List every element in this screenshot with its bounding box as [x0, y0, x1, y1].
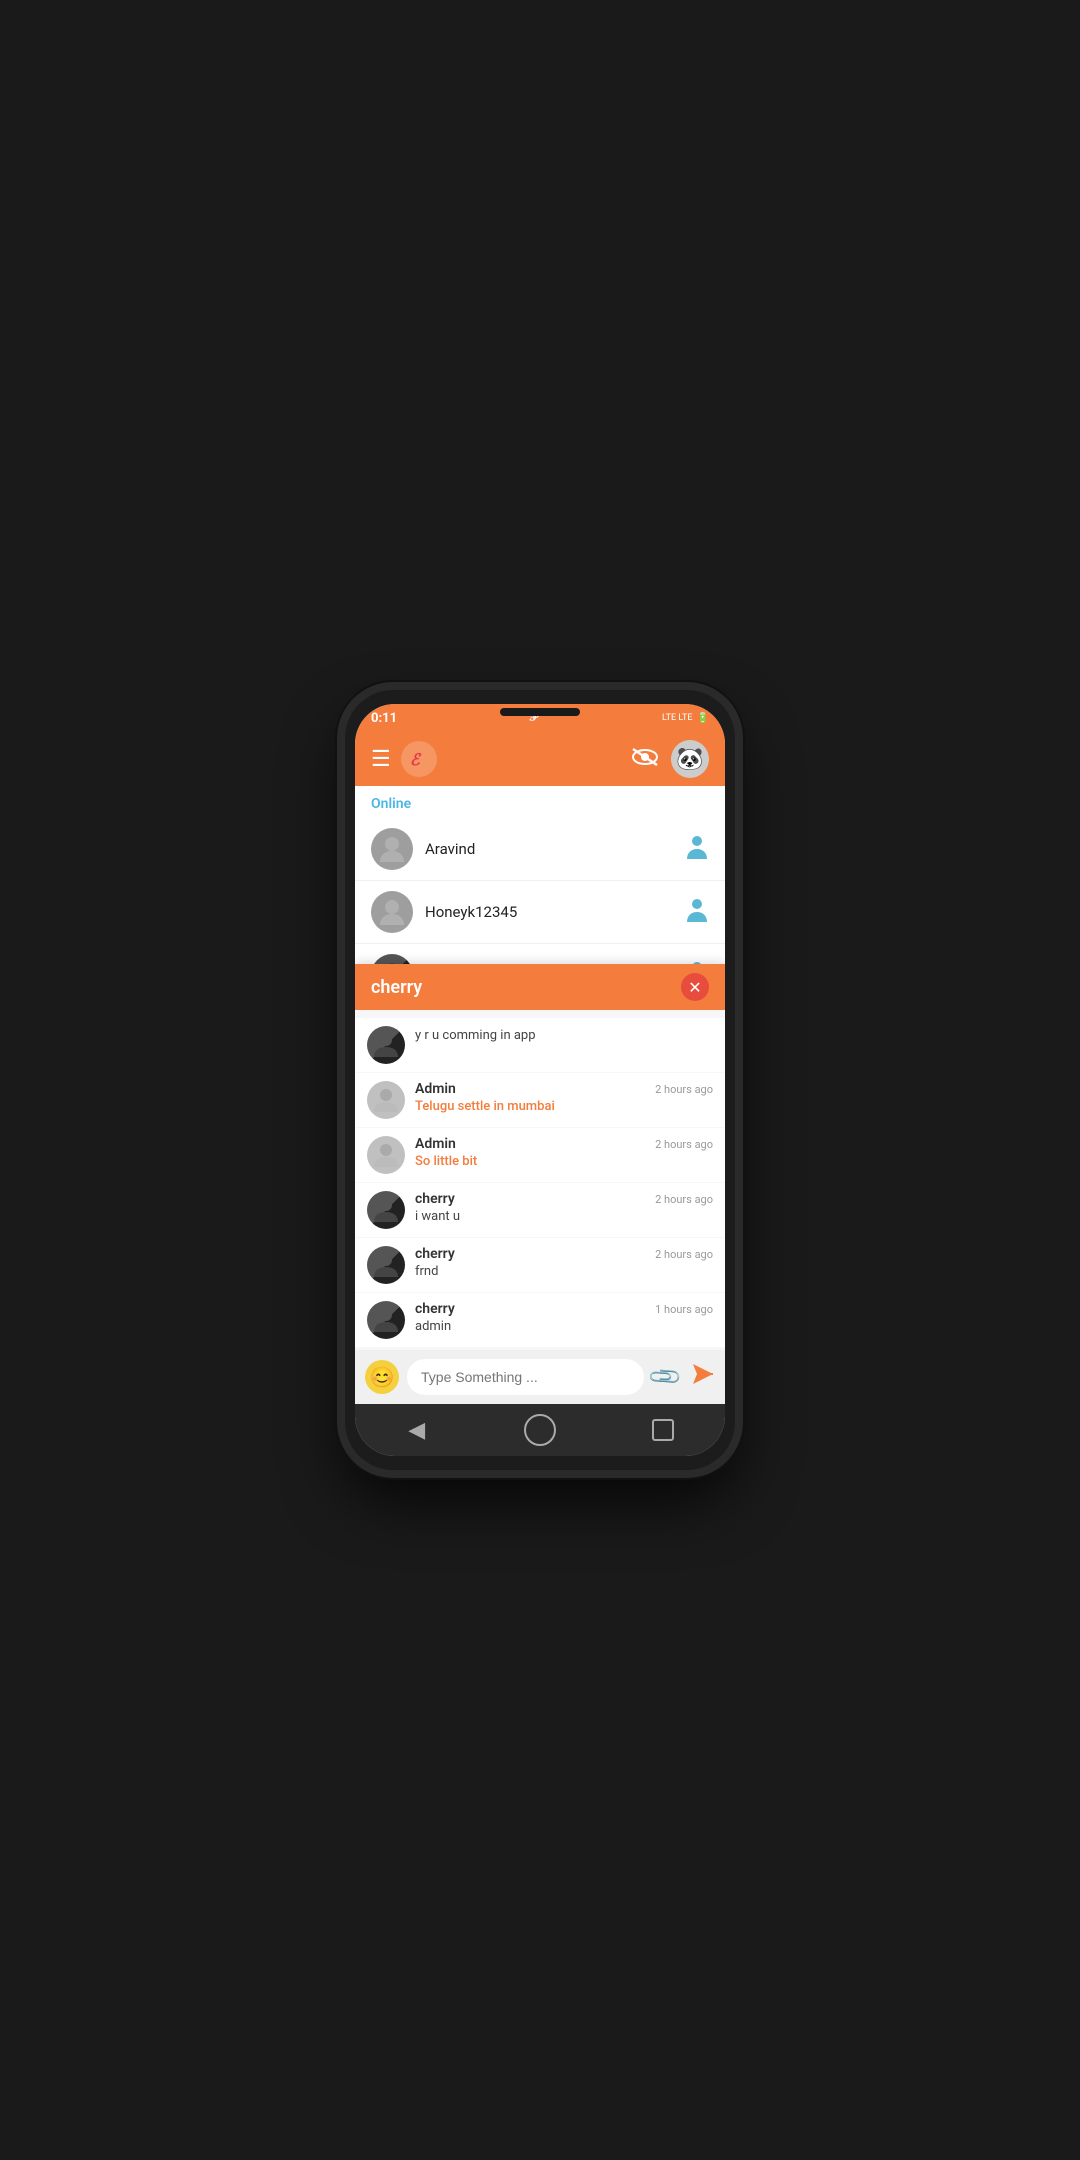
- message-item: y r u comming in app: [355, 1018, 725, 1072]
- msg-avatar: [367, 1246, 405, 1284]
- msg-avatar: [367, 1136, 405, 1174]
- back-button[interactable]: ◀: [392, 1405, 442, 1455]
- user-avatar[interactable]: 🐼: [671, 740, 709, 778]
- list-item[interactable]: Honeyk12345: [355, 881, 725, 944]
- chat-header: cherry ✕: [355, 964, 725, 1010]
- chat-title: cherry: [371, 977, 422, 998]
- message-item: cherry 2 hours ago i want u: [355, 1183, 725, 1237]
- msg-time: 2 hours ago: [655, 1083, 713, 1096]
- message-item: cherry 1 hours ago admin: [355, 1293, 725, 1347]
- status-icon: [685, 896, 709, 929]
- online-label: Online: [355, 786, 725, 818]
- msg-body: cherry 1 hours ago admin: [415, 1301, 713, 1334]
- status-icons: LTE LTE 🔋: [662, 713, 709, 724]
- msg-sender: Admin: [415, 1136, 456, 1152]
- hide-icon[interactable]: [631, 747, 659, 772]
- status-time: 0:11: [371, 711, 397, 726]
- chat-close-button[interactable]: ✕: [681, 973, 709, 1001]
- chat-messages: y r u comming in app Admin 2 hours ago: [355, 1010, 725, 1350]
- msg-time: 2 hours ago: [655, 1138, 713, 1151]
- send-button[interactable]: [687, 1362, 715, 1393]
- user-name: Aravind: [425, 840, 677, 858]
- main-content: Online Aravind Honeyk12345: [355, 786, 725, 1404]
- status-icon: [685, 833, 709, 866]
- emoji-button[interactable]: 😊: [365, 1360, 399, 1394]
- msg-text: i want u: [415, 1209, 713, 1224]
- home-button[interactable]: [515, 1405, 565, 1455]
- msg-body: cherry 2 hours ago frnd: [415, 1246, 713, 1279]
- chat-overlay: cherry ✕ y r u comming in app: [355, 964, 725, 1404]
- svg-text:ℰ: ℰ: [410, 750, 422, 769]
- msg-text: frnd: [415, 1264, 713, 1279]
- msg-sender: cherry: [415, 1301, 455, 1317]
- msg-time: 1 hours ago: [655, 1303, 713, 1316]
- msg-avatar: [367, 1081, 405, 1119]
- msg-body: Admin 2 hours ago Telugu settle in mumba…: [415, 1081, 713, 1114]
- msg-body: y r u comming in app: [415, 1026, 713, 1043]
- chat-input-bar: 😊 📎: [355, 1350, 725, 1404]
- hamburger-icon[interactable]: ☰: [371, 747, 391, 772]
- app-header: ☰ ℰ 🐼: [355, 732, 725, 786]
- msg-time: 2 hours ago: [655, 1248, 713, 1261]
- message-input[interactable]: [407, 1359, 644, 1395]
- msg-sender: Admin: [415, 1081, 456, 1097]
- msg-text: y r u comming in app: [415, 1028, 713, 1043]
- recents-button[interactable]: [638, 1405, 688, 1455]
- battery-icon: 🔋: [697, 713, 709, 724]
- msg-avatar: [367, 1191, 405, 1229]
- app-logo: ℰ: [401, 741, 437, 777]
- avatar: [371, 828, 413, 870]
- msg-text: So little bit: [415, 1154, 713, 1169]
- list-item[interactable]: Aravind: [355, 818, 725, 881]
- message-item: Admin 2 hours ago Telugu settle in mumba…: [355, 1073, 725, 1127]
- msg-sender: cherry: [415, 1191, 455, 1207]
- msg-avatar: [367, 1026, 405, 1064]
- msg-time: 2 hours ago: [655, 1193, 713, 1206]
- msg-text: Telugu settle in mumbai: [415, 1099, 713, 1114]
- msg-sender: cherry: [415, 1246, 455, 1262]
- attach-button[interactable]: 📎: [647, 1358, 684, 1395]
- msg-avatar: [367, 1301, 405, 1339]
- message-item: Admin 2 hours ago So little bit: [355, 1128, 725, 1182]
- avatar: [371, 891, 413, 933]
- message-item: cherry 2 hours ago frnd: [355, 1238, 725, 1292]
- msg-text: admin: [415, 1319, 713, 1334]
- msg-body: cherry 2 hours ago i want u: [415, 1191, 713, 1224]
- user-name: Honeyk12345: [425, 903, 677, 921]
- nav-bar: ◀: [355, 1404, 725, 1456]
- signal-text: LTE LTE: [662, 713, 692, 723]
- msg-body: Admin 2 hours ago So little bit: [415, 1136, 713, 1169]
